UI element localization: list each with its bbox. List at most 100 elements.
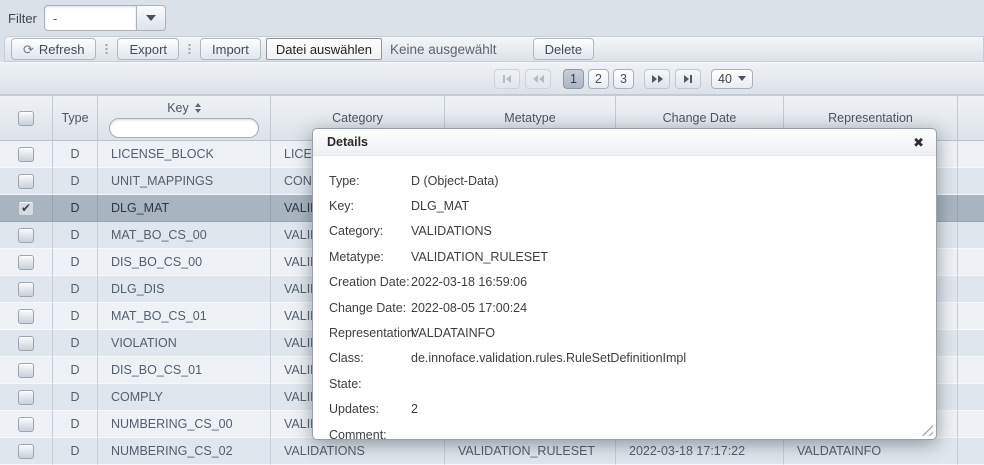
cell-type: D (53, 330, 98, 357)
detail-label: Updates: (329, 402, 411, 416)
choose-file-button-label: Datei auswählen (276, 42, 372, 57)
row-checkbox-cell (0, 411, 53, 438)
cell-type: D (53, 438, 98, 465)
next-page-button[interactable] (644, 69, 670, 89)
cell-key: COMPLY (98, 384, 271, 411)
details-dialog: Details ✖ Type:D (Object-Data)Key:DLG_MA… (312, 128, 937, 440)
row-checkbox-checked[interactable]: ✔ (18, 201, 34, 216)
detail-value: VALDATAINFO (411, 326, 495, 340)
detail-label: Class: (329, 351, 411, 365)
cell-type: D (53, 249, 98, 276)
detail-field: Creation Date:2022-03-18 16:59:06 (329, 270, 922, 295)
cell-type: D (53, 276, 98, 303)
page-button-2[interactable]: 2 (588, 69, 609, 89)
row-checkbox[interactable] (18, 282, 34, 297)
delete-button[interactable]: Delete (533, 38, 595, 60)
row-checkbox-cell (0, 303, 53, 330)
details-dialog-titlebar[interactable]: Details ✖ (313, 129, 936, 156)
detail-field: Comment: (329, 422, 922, 447)
detail-field: Change Date:2022-08-05 17:00:24 (329, 295, 922, 320)
arrow-right-icon (658, 75, 663, 83)
row-checkbox-cell (0, 249, 53, 276)
row-checkbox-cell (0, 276, 53, 303)
row-checkbox[interactable] (18, 363, 34, 378)
detail-value: de.innoface.validation.rules.RuleSetDefi… (411, 351, 686, 365)
row-checkbox[interactable] (18, 390, 34, 405)
toolbar-separator-icon (105, 43, 108, 55)
cell-type: D (53, 195, 98, 222)
export-button[interactable]: Export (117, 38, 179, 60)
row-checkbox[interactable] (18, 417, 34, 432)
cell-filler (958, 222, 984, 249)
row-checkbox-cell (0, 222, 53, 249)
page-button-1[interactable]: 1 (563, 69, 584, 89)
cell-key: MAT_BO_CS_00 (98, 222, 271, 249)
detail-label: Change Date: (329, 301, 411, 315)
seek-first-icon (506, 75, 511, 83)
detail-field: Metatype:VALIDATION_RULESET (329, 244, 922, 269)
cell-type: D (53, 168, 98, 195)
filter-label: Filter (8, 11, 37, 26)
column-header-type[interactable]: Type (53, 96, 98, 140)
cell-type: D (53, 357, 98, 384)
first-page-button[interactable] (494, 69, 520, 89)
detail-value: 2 (411, 402, 418, 416)
detail-field: Type:D (Object-Data) (329, 168, 922, 193)
row-checkbox[interactable] (18, 174, 34, 189)
cell-filler (958, 168, 984, 195)
import-button[interactable]: Import (200, 38, 261, 60)
refresh-button[interactable]: ⟳ Refresh (11, 38, 96, 60)
cell-type: D (53, 384, 98, 411)
detail-field: Representation:VALDATAINFO (329, 320, 922, 345)
filter-combobox (44, 5, 166, 31)
cell-key: UNIT_MAPPINGS (98, 168, 271, 195)
choose-file-button[interactable]: Datei auswählen (266, 38, 382, 60)
detail-label: Metatype: (329, 250, 411, 264)
cell-key: LICENSE_BLOCK (98, 141, 271, 168)
row-checkbox[interactable] (18, 228, 34, 243)
arrow-left-icon (533, 75, 538, 83)
sort-icon[interactable] (195, 103, 201, 113)
file-status-text: Keine ausgewählt (390, 42, 497, 57)
row-checkbox[interactable] (18, 336, 34, 351)
column-header-key[interactable]: Key (98, 96, 271, 140)
page-button-3[interactable]: 3 (613, 69, 634, 89)
cell-filler (958, 249, 984, 276)
filter-combobox-dropdown-button[interactable] (136, 5, 166, 31)
delete-button-label: Delete (545, 42, 583, 57)
cell-key: NUMBERING_CS_00 (98, 411, 271, 438)
cell-key: MAT_BO_CS_01 (98, 303, 271, 330)
cell-key: NUMBERING_CS_02 (98, 438, 271, 465)
key-filter-input[interactable] (109, 118, 259, 138)
filter-combobox-input[interactable] (44, 5, 136, 31)
detail-field: Category:VALIDATIONS (329, 219, 922, 244)
cell-filler (958, 195, 984, 222)
cell-filler (958, 357, 984, 384)
cell-key: DIS_BO_CS_01 (98, 357, 271, 384)
detail-label: Creation Date: (329, 275, 411, 289)
detail-value: VALIDATION_RULESET (411, 250, 548, 264)
previous-page-button[interactable] (525, 69, 551, 89)
arrow-left-icon (539, 75, 544, 83)
detail-field: Key:DLG_MAT (329, 193, 922, 218)
row-checkbox[interactable] (18, 255, 34, 270)
cell-filler (958, 384, 984, 411)
cell-filler (958, 276, 984, 303)
cell-type: D (53, 222, 98, 249)
close-icon[interactable]: ✖ (913, 136, 924, 149)
page-size-select[interactable]: 40 (711, 69, 753, 89)
row-checkbox[interactable] (18, 309, 34, 324)
cell-filler (958, 141, 984, 168)
refresh-icon: ⟳ (23, 43, 34, 56)
cell-filler (958, 411, 984, 438)
row-checkbox-cell (0, 330, 53, 357)
last-page-button[interactable] (675, 69, 701, 89)
cell-filler (958, 438, 984, 465)
row-checkbox-cell (0, 438, 53, 465)
cell-key: DLG_MAT (98, 195, 271, 222)
row-checkbox[interactable] (18, 147, 34, 162)
detail-field: Updates:2 (329, 397, 922, 422)
select-all-checkbox[interactable] (18, 111, 34, 126)
row-checkbox[interactable] (18, 444, 34, 459)
row-checkbox-cell (0, 141, 53, 168)
